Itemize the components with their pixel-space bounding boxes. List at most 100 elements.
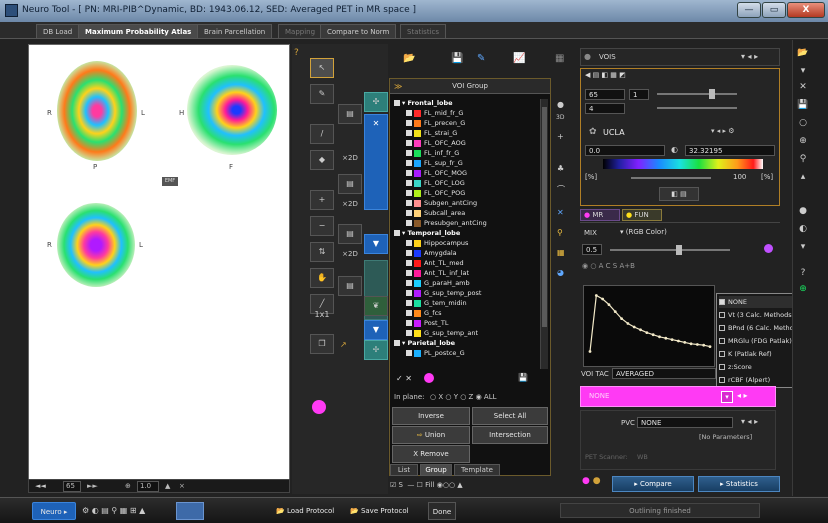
value-4-field[interactable]: 4 (585, 103, 625, 114)
lens-icon[interactable]: ⊕ (796, 134, 810, 148)
plus-icon[interactable]: + (557, 132, 564, 141)
option-checkbox[interactable] (719, 364, 725, 370)
mix-dropdown[interactable]: ▾ (RGB Color) (620, 228, 667, 236)
pen-tool-icon[interactable]: ✎ (310, 84, 334, 104)
vois-dropdown-icon[interactable]: ▾ ◂ ▸ (741, 52, 758, 61)
tab-statistics[interactable]: Statistics (400, 24, 446, 38)
option-checkbox[interactable] (719, 299, 725, 305)
voi-tac-field[interactable]: AVERAGED (612, 368, 716, 379)
value-1-field[interactable]: 1 (629, 89, 649, 100)
check-icon[interactable]: ✓ ✕ (396, 374, 412, 383)
colorbar-options-icon[interactable]: ◧ ▤ (659, 187, 699, 201)
voi-checkbox[interactable] (406, 110, 412, 116)
voi-checkbox[interactable] (406, 240, 412, 246)
save-icon[interactable]: 💾 (451, 53, 463, 64)
nav-play-icon[interactable]: ►► (87, 482, 98, 490)
s-checkbox[interactable]: ☑ (390, 481, 396, 489)
pvc-nav-icons[interactable]: ▾ ◂ ▸ (741, 417, 758, 426)
voi-checkbox[interactable] (406, 330, 412, 336)
voi-item[interactable]: Presubgen_antCing (406, 219, 542, 227)
range-slider[interactable] (631, 177, 711, 179)
voi-save-icon[interactable]: 💾 (518, 373, 528, 382)
voi-item[interactable]: G_fcs (406, 309, 542, 317)
zoom-icon[interactable]: ⊕ (125, 482, 131, 490)
leaf-icon[interactable]: ❦ (364, 296, 388, 316)
voi-checkbox[interactable] (406, 130, 412, 136)
slice-field[interactable]: 65 (63, 481, 81, 492)
table-icon[interactable]: ▦ (557, 248, 565, 257)
voi-checkbox[interactable] (394, 340, 400, 346)
voi-checkbox[interactable] (406, 310, 412, 316)
tab-db-load[interactable]: DB Load (36, 24, 80, 38)
option-checkbox[interactable] (719, 312, 725, 318)
zoom-field[interactable]: 1.0 (137, 481, 159, 492)
x-blue-icon[interactable]: ✕ (557, 208, 564, 217)
voi-group-item[interactable]: ▾ Parietal_lobe (394, 339, 542, 347)
slider-thumb-1[interactable] (709, 89, 715, 99)
down-icon[interactable]: ▾ (796, 64, 810, 78)
option-checkbox[interactable] (719, 351, 725, 357)
fill-tool-icon[interactable]: ◆ (310, 150, 334, 170)
grid-icon[interactable]: ▦ (555, 53, 564, 64)
voi-checkbox[interactable] (406, 250, 412, 256)
mode-2d-label-2[interactable]: ×2D (338, 200, 362, 212)
select-all-button[interactable]: Select All (472, 407, 548, 425)
fun-tab[interactable]: ● FUN (622, 209, 662, 221)
voi-item[interactable]: G_tem_midin (406, 299, 542, 307)
voi-checkbox[interactable] (394, 100, 400, 106)
voi-group-item[interactable]: ▾ Temporal_lobe (394, 229, 542, 237)
quick-tool-icons[interactable]: ⚙ ◐ ▤ ⚲ ▦ ⊞ ▲ (82, 502, 145, 520)
parameter-selector[interactable]: NONE ▾ ◂ ▸ (580, 386, 776, 407)
voi-checkbox[interactable] (406, 190, 412, 196)
maximize-button[interactable]: ▭ (762, 2, 786, 18)
chart-icon[interactable]: 📈 (513, 53, 525, 64)
pvc-field[interactable]: NONE (637, 417, 733, 428)
magenta-dot-icon[interactable] (312, 400, 326, 414)
blue-tool-strip[interactable]: ✕ (364, 114, 388, 210)
curve-icon[interactable]: ⌒ (557, 184, 565, 195)
voi-item[interactable]: FL_precen_G (406, 119, 542, 127)
voi-item[interactable]: FL_OFC_LOG (406, 179, 542, 187)
stack-icon-2[interactable]: ▤ (338, 174, 362, 194)
neuro-button[interactable]: Neuro ▸ (32, 502, 76, 520)
help-icon[interactable]: ? (796, 266, 810, 280)
brush-tool-icon[interactable]: / (310, 124, 334, 144)
info-icon[interactable]: ? (294, 48, 304, 58)
contrast-icon[interactable]: ◐ (796, 222, 810, 236)
option-checkbox[interactable] (719, 377, 725, 383)
sagittal-slice-image[interactable] (187, 65, 277, 155)
blend-field[interactable]: 0.5 (582, 244, 602, 255)
palette-icon[interactable]: ◕ (557, 268, 564, 277)
plus-tool-icon[interactable]: + (310, 190, 334, 210)
value-65-field[interactable]: 65 (585, 89, 625, 100)
close-button[interactable]: X (787, 2, 825, 18)
sphere-icon[interactable]: ● (557, 100, 564, 109)
fun-color-icon[interactable] (764, 244, 773, 253)
subtab-list[interactable]: List (390, 464, 418, 476)
voi-checkbox[interactable] (406, 170, 412, 176)
mode-2d-label-1[interactable]: ×2D (338, 154, 362, 166)
voi-checkbox[interactable] (406, 160, 412, 166)
sphere-icon-2[interactable]: ● (796, 204, 810, 218)
move-tool-icon[interactable]: ⇅ (310, 242, 334, 262)
voi-item[interactable]: FL_mid_fr_G (406, 109, 542, 117)
voi-item[interactable]: Post_TL (406, 319, 542, 327)
slider-track-1[interactable] (657, 93, 737, 95)
axial-slice-image[interactable] (57, 61, 137, 161)
plane-y[interactable]: Y (454, 393, 458, 401)
mode-2d-label-3[interactable]: ×2D (338, 250, 362, 262)
tab-mapping[interactable]: Mapping (278, 24, 323, 38)
vois-label[interactable]: VOIS (599, 53, 616, 61)
compare-color-icons[interactable]: ● ● (582, 476, 610, 492)
voi-checkbox[interactable] (406, 290, 412, 296)
pointer-tool-icon[interactable]: ↖ (310, 58, 334, 78)
voi-item[interactable]: G_sup_temp_ant (406, 329, 542, 337)
image-viewer[interactable]: R L P H F EMF R L (28, 44, 290, 480)
thumbnail-icon[interactable] (176, 502, 204, 520)
expand-icon[interactable]: ≫ (394, 82, 404, 92)
coronal-slice-image[interactable] (57, 203, 135, 287)
voi-item[interactable]: Subgen_antCing (406, 199, 542, 207)
grid-toggle-icon[interactable]: ✣ (364, 92, 388, 112)
voi-item[interactable]: FL_OFC_POG (406, 189, 542, 197)
done-button[interactable]: Done (428, 502, 456, 520)
